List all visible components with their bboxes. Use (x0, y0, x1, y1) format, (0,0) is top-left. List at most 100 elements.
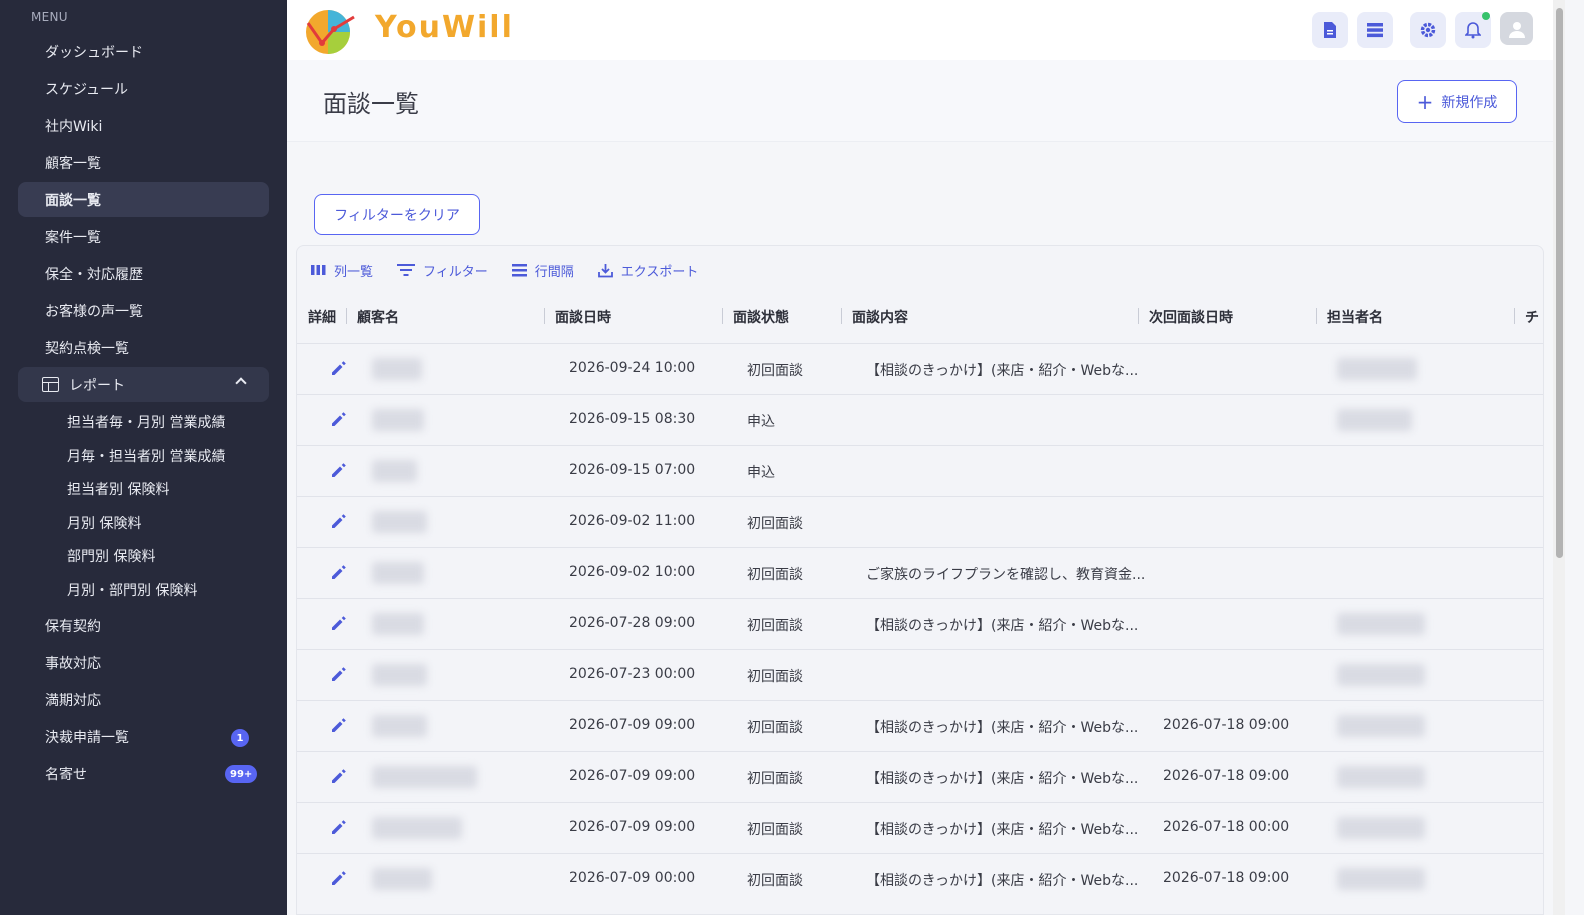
customer-name-redacted (372, 766, 477, 788)
edit-icon[interactable] (329, 868, 349, 888)
column-separator[interactable] (1138, 308, 1139, 324)
new-button-label: 新規作成 (1441, 94, 1498, 111)
table-row[interactable]: 2026-09-15 08:30 申込 (297, 394, 1543, 445)
sidebar-subitem-report[interactable]: 部門別 保険料 (67, 546, 155, 566)
meeting-content: 【相談のきっかけ】(来店・紹介・Webな... (866, 720, 1139, 736)
table-row[interactable]: 2026-07-23 00:00 初回面談 (297, 649, 1543, 700)
clear-filter-button[interactable]: フィルターをクリア (314, 194, 480, 235)
avatar[interactable] (1500, 12, 1533, 45)
column-header-customer[interactable]: 顧客名 (357, 307, 399, 327)
customer-name-redacted (372, 613, 424, 635)
sidebar-group-report[interactable]: レポート (18, 367, 269, 402)
meeting-status: 初回面談 (747, 771, 803, 787)
column-header-team[interactable]: チ (1525, 307, 1539, 327)
new-meeting-button[interactable]: + 新規作成 (1397, 80, 1517, 123)
sidebar-item-accidents[interactable]: 事故対応 (18, 645, 269, 680)
edit-icon[interactable] (329, 511, 349, 531)
column-header-detail[interactable]: 詳細 (308, 307, 336, 327)
sidebar-item-maintenance[interactable]: 保全・対応履歴 (18, 256, 269, 291)
sidebar-item-maturity[interactable]: 満期対応 (18, 682, 269, 717)
edit-icon[interactable] (329, 613, 349, 633)
edit-icon[interactable] (329, 358, 349, 378)
meeting-content: 【相談のきっかけ】(来店・紹介・Webな... (866, 822, 1139, 838)
density-button[interactable]: 行間隔 (511, 261, 574, 280)
customer-name-redacted (372, 664, 427, 686)
column-header-next-date[interactable]: 次回面談日時 (1149, 307, 1233, 327)
meeting-date: 2026-09-02 10:00 (569, 564, 696, 580)
meeting-date: 2026-07-28 09:00 (569, 615, 696, 631)
list-icon (1367, 23, 1383, 38)
meeting-date: 2026-07-09 09:00 (569, 819, 696, 835)
table-row[interactable]: 2026-07-09 09:00 初回面談 【相談のきっかけ】(来店・紹介・We… (297, 802, 1543, 853)
bell-icon (1465, 22, 1481, 39)
columns-icon (311, 265, 326, 275)
customer-name-redacted (372, 409, 424, 431)
column-separator[interactable] (1514, 308, 1515, 324)
export-label: エクスポート (620, 264, 699, 280)
meeting-status: 初回面談 (747, 669, 803, 685)
sidebar-subitem-report[interactable]: 月別・部門別 保険料 (67, 580, 197, 600)
table-row[interactable]: 2026-09-02 10:00 初回面談 ご家族のライフプランを確認し、教育資… (297, 547, 1543, 598)
edit-icon[interactable] (329, 817, 349, 837)
meeting-content: ご家族のライフプランを確認し、教育資金... (866, 567, 1146, 583)
column-header-staff[interactable]: 担当者名 (1327, 307, 1383, 327)
table-row[interactable]: 2026-09-02 11:00 初回面談 (297, 496, 1543, 547)
staff-name-redacted (1337, 817, 1425, 839)
page-scrollbar[interactable] (1553, 0, 1565, 915)
customer-name-redacted (372, 358, 422, 380)
sidebar-subitem-report[interactable]: 月毎・担当者別 営業成績 (67, 446, 225, 466)
edit-icon[interactable] (329, 715, 349, 735)
sidebar-item-dashboard[interactable]: ダッシュボード (18, 34, 269, 69)
table-row[interactable]: 2026-07-28 09:00 初回面談 【相談のきっかけ】(来店・紹介・We… (297, 598, 1543, 649)
column-header-status[interactable]: 面談状態 (733, 307, 789, 327)
edit-icon[interactable] (329, 562, 349, 582)
export-button[interactable]: エクスポート (597, 261, 699, 280)
edit-icon[interactable] (329, 409, 349, 429)
sidebar-item-schedule[interactable]: スケジュール (18, 71, 269, 106)
table-row[interactable]: 2026-09-15 07:00 申込 (297, 445, 1543, 496)
edit-icon[interactable] (329, 460, 349, 480)
meeting-date: 2026-09-15 08:30 (569, 411, 696, 427)
table-row[interactable]: 2026-07-09 09:00 初回面談 【相談のきっかけ】(来店・紹介・We… (297, 700, 1543, 751)
sidebar-item-wiki[interactable]: 社内Wiki (18, 108, 269, 143)
approvals-count-badge: 1 (231, 729, 249, 747)
table-row[interactable]: 2026-07-09 09:00 初回面談 【相談のきっかけ】(来店・紹介・We… (297, 751, 1543, 802)
customer-name-redacted (372, 511, 427, 533)
columns-button[interactable]: 列一覧 (311, 261, 374, 280)
scrollbar-thumb[interactable] (1556, 8, 1563, 558)
column-separator[interactable] (722, 308, 723, 324)
column-separator[interactable] (346, 308, 347, 324)
filter-button[interactable]: フィルター (397, 261, 488, 280)
settings-button[interactable] (1410, 12, 1446, 48)
document-button[interactable] (1312, 12, 1348, 48)
table-row[interactable]: 2026-09-24 10:00 初回面談 【相談のきっかけ】(来店・紹介・We… (297, 343, 1543, 394)
next-meeting-date: 2026-07-18 09:00 (1163, 870, 1290, 886)
logo-icon[interactable] (304, 5, 356, 55)
column-header-date[interactable]: 面談日時 (555, 307, 611, 327)
sidebar-item-deals[interactable]: 案件一覧 (18, 219, 269, 254)
sidebar-item-contract-check[interactable]: 契約点検一覧 (18, 330, 269, 365)
columns-label: 列一覧 (334, 264, 374, 280)
meeting-content: 【相談のきっかけ】(来店・紹介・Webな... (866, 363, 1139, 379)
sidebar-subitem-report[interactable]: 担当者別 保険料 (67, 479, 169, 499)
customer-name-redacted (372, 817, 462, 839)
download-icon (597, 263, 613, 277)
sidebar-subitem-report[interactable]: 月別 保険料 (67, 513, 141, 533)
column-separator[interactable] (544, 308, 545, 324)
page-header: 面談一覧 + 新規作成 (287, 60, 1553, 142)
sidebar-item-contracts[interactable]: 保有契約 (18, 608, 269, 643)
edit-icon[interactable] (329, 766, 349, 786)
density-label: 行間隔 (534, 264, 574, 280)
next-meeting-date: 2026-07-18 09:00 (1163, 717, 1290, 733)
column-separator[interactable] (841, 308, 842, 324)
sidebar-item-meetings[interactable]: 面談一覧 (18, 182, 269, 217)
sidebar-item-voices[interactable]: お客様の声一覧 (18, 293, 269, 328)
list-button[interactable] (1357, 12, 1393, 48)
column-separator[interactable] (1316, 308, 1317, 324)
sidebar-subitem-report[interactable]: 担当者毎・月別 営業成績 (67, 412, 225, 432)
sidebar-item-customers[interactable]: 顧客一覧 (18, 145, 269, 180)
column-header-content[interactable]: 面談内容 (852, 307, 908, 327)
edit-icon[interactable] (329, 664, 349, 684)
table-row[interactable]: 2026-07-09 00:00 初回面談 【相談のきっかけ】(来店・紹介・We… (297, 853, 1543, 904)
meetings-table: 列一覧 フィルター 行間隔 エクスポート 詳細 顧客名 面談日時 面談状態 面談… (296, 245, 1544, 915)
